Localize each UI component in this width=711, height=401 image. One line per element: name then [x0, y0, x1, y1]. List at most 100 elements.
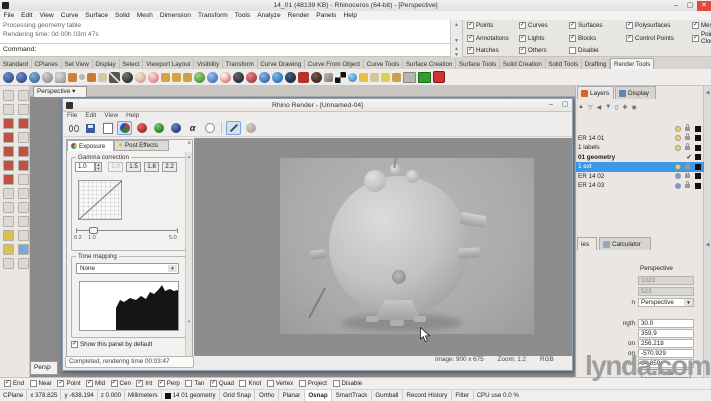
tab-layers[interactable]: Layers	[577, 86, 614, 99]
osnap-near[interactable]: Near	[30, 380, 52, 387]
menu-surface[interactable]: Surface	[82, 12, 112, 19]
layer-color-swatch[interactable]	[695, 164, 701, 170]
tool-icon[interactable]	[18, 104, 29, 115]
collapse-left-icon[interactable]: ◀	[704, 90, 711, 96]
checkbox-icon[interactable]	[136, 380, 143, 387]
osnap-quad[interactable]: Quad	[210, 380, 234, 387]
material-icon[interactable]	[148, 72, 159, 83]
gamma-preset-button[interactable]: 2.2	[162, 162, 177, 172]
ortho-toggle[interactable]: Ortho	[255, 390, 278, 401]
units-cell[interactable]: Millimeters	[125, 390, 162, 401]
lock-icon[interactable]	[685, 174, 690, 178]
layer-row[interactable]	[576, 124, 704, 134]
tool-icon[interactable]	[3, 132, 14, 143]
tab-select[interactable]: Select	[120, 59, 144, 69]
checkbox-icon[interactable]	[626, 35, 633, 42]
osnap-end[interactable]: End	[4, 380, 24, 387]
osnap-toggle[interactable]: Osnap	[305, 390, 332, 401]
close-panel-icon[interactable]: ×	[187, 141, 191, 147]
globe-icon[interactable]	[259, 72, 270, 83]
tool-icon[interactable]	[18, 118, 29, 129]
globe-icon[interactable]	[246, 72, 257, 83]
lock-icon[interactable]	[685, 165, 690, 169]
pencil-icon[interactable]	[109, 72, 120, 83]
gamma-preset-button[interactable]: 1.8	[144, 162, 159, 172]
light-icon[interactable]	[183, 73, 192, 82]
checkbox-icon[interactable]	[569, 22, 576, 29]
filter-hatches[interactable]: Hatches	[467, 47, 519, 54]
menu-edit[interactable]: Edit	[81, 112, 100, 119]
delete-layer-icon[interactable]: ▽	[588, 104, 593, 111]
material-icon[interactable]	[122, 72, 133, 83]
current-layer-cell[interactable]: 14 01 geometry	[162, 390, 220, 401]
render-window-icon[interactable]	[29, 72, 40, 83]
checkbox-icon[interactable]	[519, 22, 526, 29]
command-history-scrollbar[interactable]: ▲▼	[450, 20, 462, 44]
texture-icon[interactable]	[220, 72, 231, 83]
pointer-tool-icon[interactable]	[3, 90, 14, 101]
tab-curve-tools[interactable]: Curve Tools	[364, 59, 403, 69]
tool-icon[interactable]	[18, 146, 29, 157]
tool-icon[interactable]	[370, 73, 379, 82]
tab-cplanes[interactable]: CPlanes	[32, 59, 62, 69]
light-icon[interactable]	[161, 73, 170, 82]
checkbox-icon[interactable]	[239, 380, 246, 387]
layer-color-swatch[interactable]	[695, 135, 701, 141]
layer-color-swatch[interactable]	[695, 183, 701, 189]
checkbox-icon[interactable]	[158, 380, 165, 387]
filter-disable[interactable]: Disable	[569, 47, 626, 54]
tool-icon[interactable]	[18, 230, 29, 241]
checkbox-icon[interactable]	[71, 341, 78, 348]
osnap-vertex[interactable]: Vertex	[267, 380, 294, 387]
alpha-channel-icon[interactable]: α	[185, 121, 200, 135]
bulb-icon[interactable]	[675, 145, 681, 151]
checkbox-icon[interactable]	[692, 35, 699, 42]
tool-icon[interactable]	[18, 132, 29, 143]
filter-others[interactable]: Others	[519, 47, 569, 54]
tool-icon[interactable]	[381, 73, 390, 82]
tool-icon[interactable]	[18, 160, 29, 171]
panel-collapse-strip[interactable]: ◀◀	[703, 86, 711, 377]
environment-icon[interactable]	[207, 72, 218, 83]
checkbox-icon[interactable]	[569, 47, 576, 54]
menu-help[interactable]: Help	[122, 112, 143, 119]
tool-icon[interactable]	[3, 230, 14, 241]
osnap-perp[interactable]: Perp	[158, 380, 180, 387]
tool-icon[interactable]	[87, 73, 96, 82]
menu-help[interactable]: Help	[340, 12, 361, 19]
tab-properties[interactable]: ies	[577, 237, 597, 250]
layer-color-swatch[interactable]	[695, 154, 701, 160]
move-up-icon[interactable]: ◀	[597, 104, 602, 111]
projection-dropdown[interactable]: Perspective▼	[638, 298, 694, 307]
find-icon[interactable]	[66, 121, 81, 135]
material-icon[interactable]	[298, 72, 309, 83]
lock-icon[interactable]	[685, 184, 690, 188]
chevron-down-icon[interactable]: ▼	[168, 265, 177, 272]
checkbox-icon[interactable]	[333, 380, 340, 387]
osnap-cen[interactable]: Cen	[111, 380, 131, 387]
grid-snap-toggle[interactable]: Grid Snap	[220, 390, 256, 401]
blue-channel-icon[interactable]	[168, 121, 183, 135]
checkbox-icon[interactable]	[569, 35, 576, 42]
material-icon[interactable]	[311, 72, 322, 83]
tool-icon[interactable]	[68, 73, 77, 82]
filter-icon[interactable]: ▼	[605, 104, 611, 110]
tools-icon[interactable]: ✚	[622, 104, 627, 111]
filter-lights[interactable]: Lights	[519, 31, 569, 45]
tool-icon[interactable]	[79, 74, 85, 80]
checker-icon[interactable]	[335, 72, 346, 83]
filter-points[interactable]: Points	[467, 22, 519, 29]
viewport-bottom-tab[interactable]: Persp	[30, 361, 58, 375]
menu-dimension[interactable]: Dimension	[156, 12, 194, 19]
tab-visibility[interactable]: Visibility	[194, 59, 223, 69]
layer-row[interactable]: ER 14 03	[576, 181, 704, 191]
tab-post-effects[interactable]: ✶Post Effects	[114, 140, 169, 151]
tab-drafting[interactable]: Drafting	[582, 59, 610, 69]
rgb-channel-icon[interactable]	[117, 121, 132, 135]
layer-row[interactable]: 1 labels	[576, 143, 704, 153]
tone-mapping-dropdown[interactable]: None▼	[76, 263, 179, 274]
checkbox-icon[interactable]	[111, 380, 118, 387]
record-history-toggle[interactable]: Record History	[403, 390, 452, 401]
play-icon[interactable]	[418, 72, 431, 83]
material-icon[interactable]	[135, 72, 146, 83]
